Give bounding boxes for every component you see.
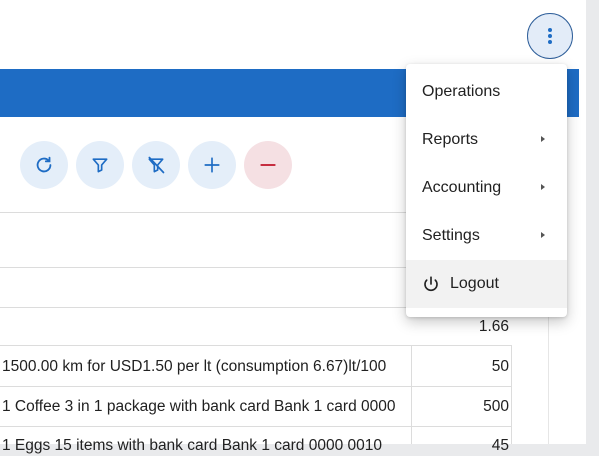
row-description: 1 Coffee 3 in 1 package with bank card B…: [2, 398, 396, 415]
menu-item-label: Operations: [422, 83, 501, 100]
more-vertical-icon: [548, 28, 552, 44]
menu-item-settings[interactable]: Settings: [406, 212, 567, 260]
menu-item-accounting[interactable]: Accounting: [406, 164, 567, 212]
divider: [0, 386, 512, 387]
delete-button[interactable]: [244, 141, 292, 189]
plus-icon: [204, 157, 220, 173]
refresh-button[interactable]: [20, 141, 68, 189]
top-bar: [0, 0, 586, 68]
submenu-arrow-icon: [541, 184, 545, 190]
column-divider: [511, 345, 512, 444]
menu-item-label: Logout: [450, 275, 499, 292]
submenu-arrow-icon: [541, 232, 545, 238]
add-button[interactable]: [188, 141, 236, 189]
menu-item-logout[interactable]: Logout: [406, 260, 567, 308]
row-value: 1.66: [478, 318, 509, 335]
filter-button[interactable]: [76, 141, 124, 189]
column-divider: [411, 345, 412, 444]
menu-item-label: Accounting: [422, 179, 502, 196]
refresh-icon: [36, 156, 52, 173]
minus-icon: [260, 164, 276, 166]
divider: [0, 345, 512, 346]
menu-item-label: Settings: [422, 227, 480, 244]
row-value: 45: [491, 437, 509, 454]
more-options-button[interactable]: [527, 13, 573, 59]
clear-filter-button[interactable]: [132, 141, 180, 189]
row-description: 1 Eggs 15 items with bank card Bank 1 ca…: [2, 437, 382, 454]
power-icon: [424, 276, 438, 292]
row-value: 50: [491, 358, 509, 375]
menu-item-operations[interactable]: Operations: [406, 68, 567, 116]
row-description: 1500.00 km for USD1.50 per lt (consumpti…: [2, 358, 387, 375]
menu-item-reports[interactable]: Reports: [406, 116, 567, 164]
filter-icon: [92, 158, 108, 173]
divider: [0, 426, 512, 427]
menu-item-label: Reports: [422, 131, 479, 148]
row-value: 500: [483, 398, 509, 415]
dropdown-menu: Operations Reports Accounting Settings L…: [406, 64, 567, 317]
toolbar: [20, 141, 292, 189]
submenu-arrow-icon: [541, 136, 545, 142]
clear-filter-icon: [148, 156, 165, 174]
